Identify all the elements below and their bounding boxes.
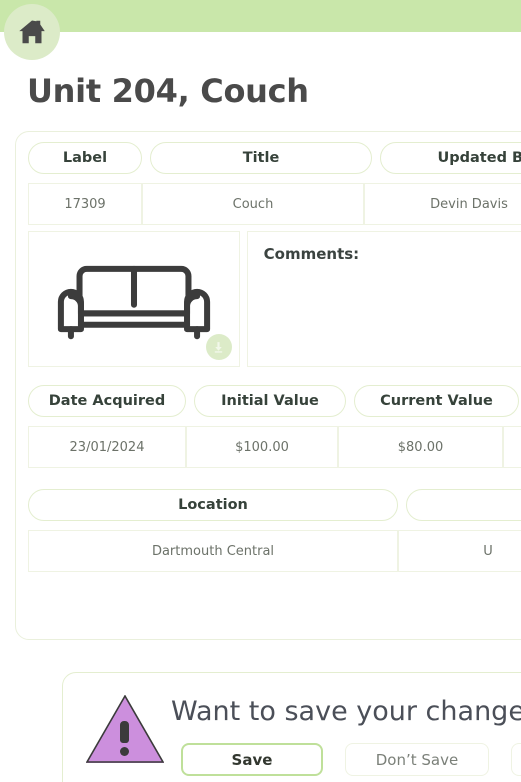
cancel-button[interactable]: Cancel [511,743,521,776]
table-row: Dartmouth Central U [16,530,521,572]
column-header-title[interactable]: Title [150,142,372,174]
dialog-message: Want to save your changes? [171,696,521,727]
cell-updated-by[interactable]: Devin Davis [364,183,521,225]
cell-extra-2[interactable] [503,426,521,468]
column-header-initial-value[interactable]: Initial Value [194,385,346,417]
column-header-label[interactable]: Label [28,142,142,174]
cell-title[interactable]: Couch [142,183,364,225]
table-header-row-1: Label Title Updated By [16,132,521,183]
comments-cell[interactable]: Comments: [246,231,521,367]
top-bar [0,0,521,32]
media-row: Comments: [16,225,521,375]
column-header-current-value[interactable]: Current Value [354,385,519,417]
save-button[interactable]: Save [181,743,323,776]
cell-date-acquired[interactable]: 23/01/2024 [28,426,186,468]
save-changes-dialog: Want to save your changes? Save Don’t Sa… [62,672,521,782]
home-icon [17,17,47,47]
column-header-location[interactable]: Location [28,489,398,521]
column-header-extra-3[interactable] [406,489,521,521]
cell-extra-3[interactable]: U [398,530,521,572]
table-row: 23/01/2024 $100.00 $80.00 [16,426,521,468]
app-viewport: Unit 204, Couch Label Title Updated By 1… [0,0,521,782]
exclamation-mark-icon [120,721,129,756]
column-header-updated-by[interactable]: Updated By [380,142,521,174]
page-title: Unit 204, Couch [27,72,309,110]
table-header-row-2: Date Acquired Initial Value Current Valu… [16,375,521,426]
dont-save-button[interactable]: Don’t Save [345,743,489,776]
table-header-row-3: Location [16,479,521,530]
dialog-actions: Save Don’t Save Cancel [181,743,521,776]
download-icon [212,341,225,354]
download-image-button[interactable] [205,334,232,360]
cell-initial-value[interactable]: $100.00 [186,426,338,468]
couch-icon [48,253,220,345]
cell-location[interactable]: Dartmouth Central [28,530,398,572]
comments-label: Comments: [263,245,360,263]
cell-current-value[interactable]: $80.00 [338,426,503,468]
cell-label[interactable]: 17309 [28,183,142,225]
asset-detail-card: Label Title Updated By 17309 Couch Devin… [15,131,521,640]
home-button[interactable] [4,4,60,60]
table-row: 17309 Couch Devin Davis [16,183,521,225]
column-header-date-acquired[interactable]: Date Acquired [28,385,186,417]
asset-image-cell [28,231,240,367]
